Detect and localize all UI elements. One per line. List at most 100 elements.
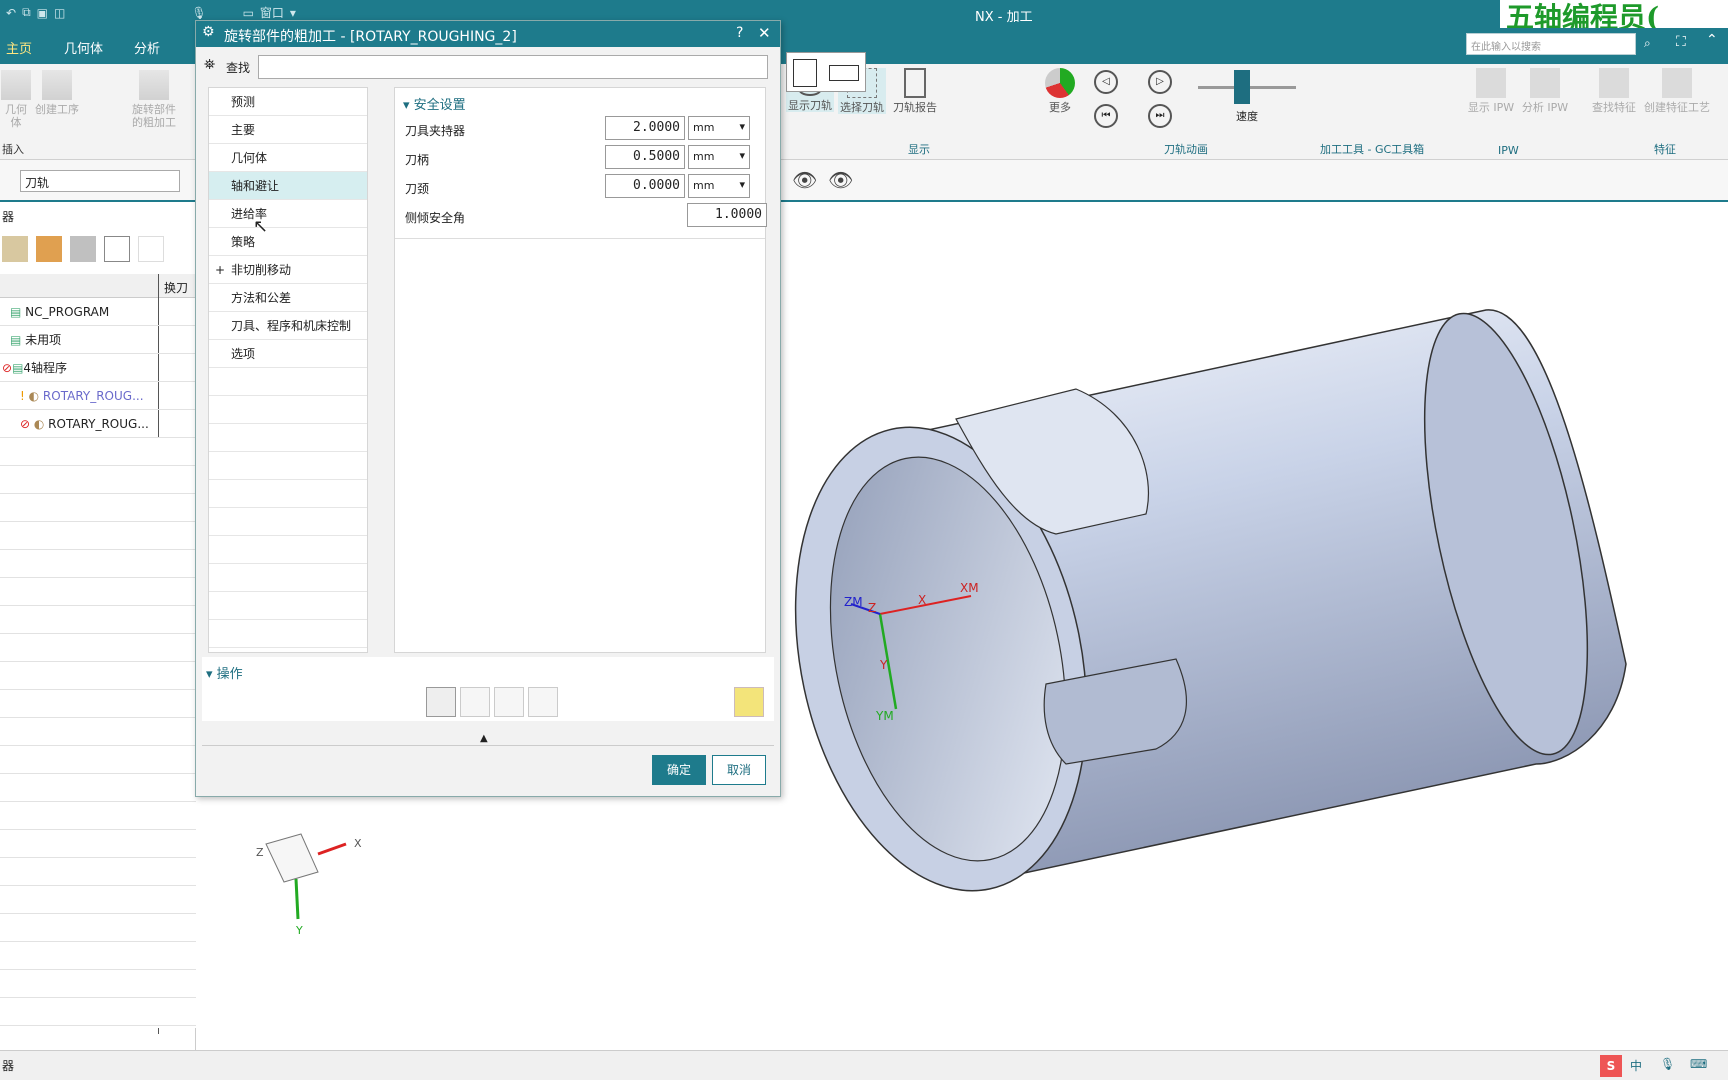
tool-change-column[interactable]: 换刀 [164,279,188,296]
add-icon[interactable] [104,236,130,262]
rotary-roughing-button[interactable]: 旋转部件的粗加工 [130,70,178,129]
window-menu[interactable]: 窗口 [260,4,284,21]
tab-geometry[interactable]: 几何体 [64,38,103,57]
help-button[interactable]: ? [736,25,743,41]
mic-icon[interactable]: 🎙 [1660,1057,1675,1071]
folder-icon: ▤ [12,361,24,375]
tree-row-4axis-program[interactable]: ⊘▤4轴程序 [0,354,196,382]
tool-view-icon[interactable] [36,236,62,262]
verify-button[interactable] [494,687,524,717]
view-triad: X Y Z [256,833,362,937]
page-options[interactable]: 选项 [209,340,367,368]
replay-button[interactable] [460,687,490,717]
find-label: 查找 [226,61,251,75]
mic-icon[interactable]: 🎙 [191,6,206,20]
keyboard-icon[interactable]: ⌨ [1690,1057,1707,1071]
generate-button[interactable] [426,687,456,717]
gear-icon: ⚙ [202,24,215,40]
triad-label-x: X [354,837,362,850]
find-feature-button[interactable]: 查找特征 [1588,68,1640,114]
page-non-cutting-moves[interactable]: + 非切削移动 [209,256,367,284]
csys-label-zm: ZM [844,595,863,609]
tilt-clearance-angle-input[interactable]: 1.0000 [687,203,767,227]
dialog-titlebar[interactable]: ⚙ 旋转部件的粗加工 - [ROTARY_ROUGHING_2] ? ✕ [196,21,780,47]
hide-others-icon[interactable]: 👁 [828,168,853,192]
shank-clearance-input[interactable]: 0.5000 [605,145,685,169]
page-axis-avoidance[interactable]: 轴和避让 [209,172,367,200]
find-input[interactable] [258,55,768,79]
keyboard-icon[interactable] [829,65,859,81]
neck-clearance-unit[interactable]: mm [688,174,750,198]
warning-icon: ! [20,389,29,403]
forward-icon[interactable]: ⏭ [1148,104,1172,128]
holder-clearance-input[interactable]: 2.0000 [605,116,685,140]
filter-dropdown[interactable]: 刀轨 [20,170,180,192]
tree-row-rotary-roughing-2[interactable]: ! ◐ ROTARY_ROUG... [0,382,196,410]
list-button[interactable] [528,687,558,717]
collapse-arrow-icon[interactable]: ▲ [480,733,488,744]
geometry-button[interactable]: 几何体 [1,70,31,129]
delete-icon[interactable] [138,236,164,262]
show-ipw-button[interactable]: 显示 IPW [1466,68,1516,114]
tree-row-unused[interactable]: ▤ 未用项 [0,326,196,354]
quick-access-toolbar: ↶ ⧉ ▣ ◫ 🎙 ▭ 窗口 ▾ [6,4,296,21]
search-icon[interactable]: ⌕ [1644,36,1651,51]
copy-icon[interactable]: ⧉ [22,5,31,20]
program-icon: ▤ [10,305,26,319]
toolpath-report-button[interactable]: 刀轨报告 [890,68,940,114]
undo-icon[interactable]: ↶ [6,6,16,20]
create-operation-button[interactable]: 创建工序 [32,70,82,116]
ok-button[interactable]: 确定 [652,755,706,785]
geometry-view-icon[interactable] [70,236,96,262]
neck-clearance-input[interactable]: 0.0000 [605,174,685,198]
geometry-icon [1,70,31,100]
search-input[interactable]: 在此输入以搜索 [1466,33,1636,55]
tab-home[interactable]: 主页 [6,38,32,57]
speed-slider-handle[interactable] [1234,70,1250,104]
holder-clearance-unit[interactable]: mm [688,116,750,140]
program-view-icon[interactable] [2,236,28,262]
paste-icon[interactable]: ▣ [37,6,48,20]
create-feature-process-button[interactable]: 创建特征工艺 [1642,68,1712,114]
window-icon[interactable]: ▭ [243,6,254,20]
page-strategy[interactable]: 策略 [209,228,367,256]
fullscreen-icon[interactable]: ⛶ [1676,34,1686,50]
ime-language[interactable]: 中 [1630,1057,1642,1074]
display-options-button[interactable] [734,687,764,717]
analyze-ipw-icon [1530,68,1560,98]
hide-icon[interactable]: 👁 [792,168,817,192]
expand-icon[interactable]: + [215,256,225,284]
ime-logo-icon[interactable]: S [1600,1055,1622,1077]
page-tool-program-machine[interactable]: 刀具、程序和机床控制 [209,312,367,340]
step-back-icon[interactable]: ◁ [1094,70,1118,94]
operations-header[interactable]: ▾ 操作 [206,663,243,682]
rewind-icon[interactable]: ⏮ [1094,104,1118,128]
cylinder-part[interactable] [755,300,1627,918]
chevron-down-icon[interactable]: ▾ [290,6,296,20]
analyze-ipw-button[interactable]: 分析 IPW [1520,68,1570,114]
layer-icon[interactable]: ◫ [54,6,65,20]
window-title: NX - 加工 [975,10,1033,25]
tree-row-nc-program[interactable]: ▤ NC_PROGRAM [0,298,196,326]
page-forecast[interactable]: 预测 [209,88,367,116]
speed-label: 速度 [1236,110,1258,123]
page-feeds[interactable]: 进给率 [209,200,367,228]
shank-clearance-unit[interactable]: mm [688,145,750,169]
more-button[interactable]: 更多 [1040,68,1080,114]
status-text: 器 [2,1059,15,1073]
section-safety-settings[interactable]: ▾ 安全设置 [403,94,466,113]
page-main[interactable]: 主要 [209,116,367,144]
cancel-button[interactable]: 取消 [712,755,766,785]
operations-section: ▾ 操作 [202,657,774,721]
csys-label-y: Y [879,658,888,672]
empty-rows [0,438,196,1028]
page-method-tolerance[interactable]: 方法和公差 [209,284,367,312]
collapse-icon[interactable]: ⌃ [1706,32,1718,48]
play-icon[interactable]: ▷ [1148,70,1172,94]
calculator-icon[interactable] [793,59,817,87]
close-button[interactable]: ✕ [758,24,771,42]
tree-row-rotary-roughing-1[interactable]: ⊘ ◐ ROTARY_ROUG... [0,410,196,438]
page-geometry[interactable]: 几何体 [209,144,367,172]
ipw-icon [1476,68,1506,98]
tab-analysis[interactable]: 分析 [134,38,160,57]
